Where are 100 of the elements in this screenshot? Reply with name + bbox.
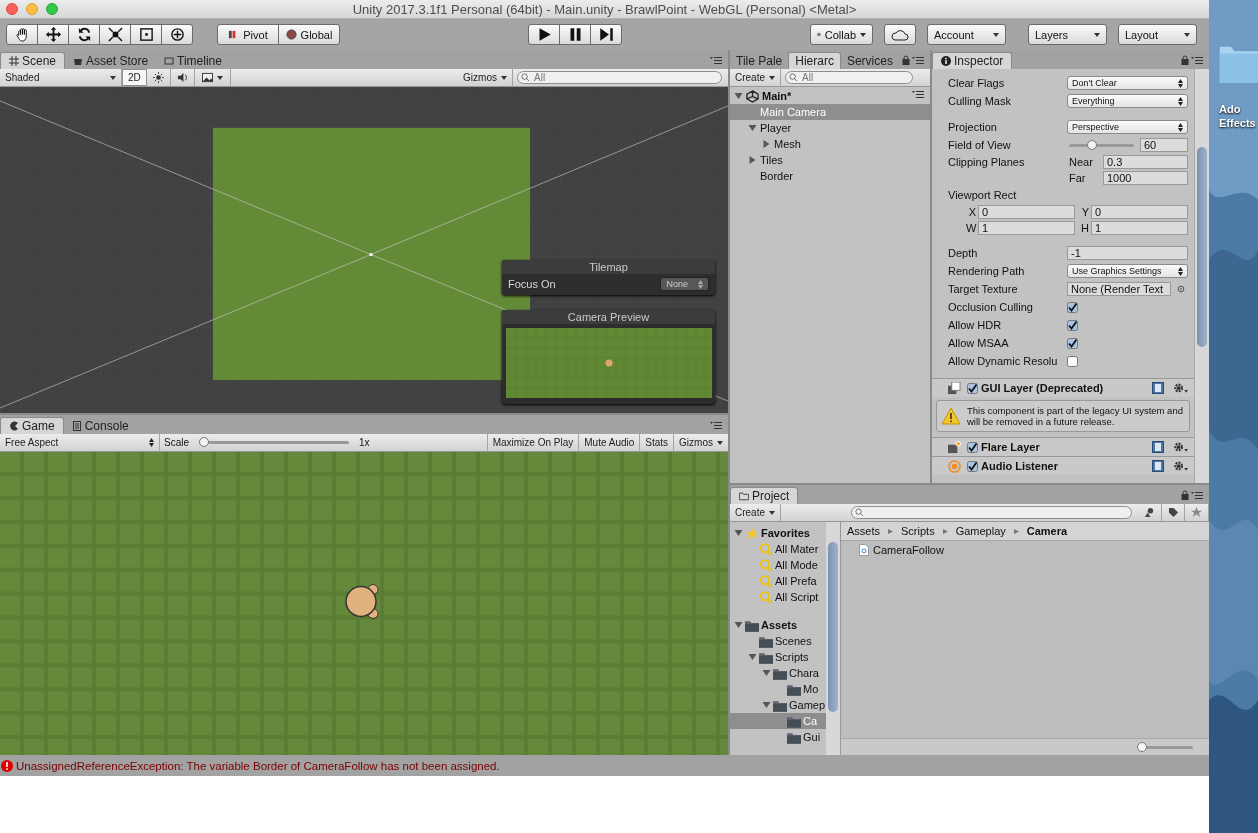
2d-toggle[interactable]: 2D xyxy=(122,69,147,86)
project-tree-row[interactable]: Scenes xyxy=(730,633,826,649)
expanded-arrow-icon[interactable] xyxy=(748,653,757,661)
checkbox[interactable] xyxy=(1067,337,1078,349)
project-tree-row[interactable]: Gamep xyxy=(730,697,826,713)
close-button[interactable] xyxy=(6,3,18,15)
gizmos-dropdown[interactable]: Gizmos xyxy=(458,69,513,86)
hierarchy-row[interactable]: Border xyxy=(730,168,930,184)
search-field[interactable] xyxy=(851,506,1133,519)
layers-dropdown[interactable]: Layers xyxy=(1028,24,1107,45)
layout-dropdown[interactable]: Layout xyxy=(1118,24,1197,45)
collapsed-arrow-icon[interactable] xyxy=(762,140,771,148)
checkbox[interactable] xyxy=(1067,301,1078,313)
gear-icon[interactable] xyxy=(1173,460,1188,472)
collapsed-arrow-icon[interactable] xyxy=(748,156,757,164)
hierarchy-row[interactable]: Player xyxy=(730,120,930,136)
game-toolbar-button[interactable]: Stats xyxy=(639,434,674,451)
panel-tab[interactable]: Game xyxy=(0,417,64,434)
component-header[interactable]: Audio Listener xyxy=(932,456,1194,475)
account-dropdown[interactable]: Account xyxy=(927,24,1006,45)
create-dropdown[interactable]: Create xyxy=(730,69,781,86)
file-name[interactable]: CameraFollow xyxy=(873,544,944,556)
number-field[interactable]: -1 xyxy=(1067,246,1188,260)
menu-icon[interactable] xyxy=(1191,56,1203,64)
expanded-arrow-icon[interactable] xyxy=(734,92,743,100)
number-field[interactable]: 1 xyxy=(978,221,1075,235)
panel-tab[interactable]: Scene xyxy=(0,52,66,69)
menu-icon[interactable] xyxy=(912,56,924,64)
expanded-arrow-icon[interactable] xyxy=(762,701,771,709)
lock-icon[interactable] xyxy=(1181,490,1189,500)
project-tree-row[interactable]: All Prefa xyxy=(730,573,826,589)
object-field[interactable]: None (Render Text xyxy=(1067,282,1171,296)
script-file-icon[interactable] xyxy=(859,544,869,556)
checkbox[interactable] xyxy=(967,441,978,453)
checkbox[interactable] xyxy=(967,382,978,394)
component-header[interactable]: Flare Layer xyxy=(932,437,1194,456)
pivot-button[interactable]: Pivot xyxy=(217,24,279,45)
panel-tab[interactable]: Inspector xyxy=(932,52,1013,69)
aspect-dropdown[interactable]: Free Aspect xyxy=(0,434,160,451)
scrollbar[interactable] xyxy=(826,522,841,755)
expanded-arrow-icon[interactable] xyxy=(734,621,743,629)
checkbox[interactable] xyxy=(1067,319,1078,331)
breadcrumb-link[interactable]: Assets xyxy=(847,525,880,537)
checkbox[interactable] xyxy=(967,460,978,472)
hierarchy-row[interactable]: Tiles xyxy=(730,152,930,168)
help-book-icon[interactable] xyxy=(1152,382,1164,394)
number-field[interactable]: 1000 xyxy=(1103,171,1188,185)
dropdown[interactable]: Perspective xyxy=(1067,120,1188,134)
breadcrumb-link[interactable]: Camera xyxy=(1026,525,1068,537)
panel-tab[interactable]: Project xyxy=(730,487,799,504)
panel-tab[interactable]: Hierarc xyxy=(788,52,841,69)
checkbox[interactable] xyxy=(1067,355,1078,367)
panel-tab[interactable]: Timeline xyxy=(156,52,230,69)
game-toolbar-button[interactable]: Gizmos xyxy=(673,434,728,451)
search-field[interactable]: All xyxy=(785,71,913,84)
menu-icon[interactable] xyxy=(710,421,722,429)
lock-icon[interactable] xyxy=(1181,55,1189,65)
dropdown[interactable]: Don't Clear xyxy=(1067,76,1188,90)
scale-tool-button[interactable] xyxy=(99,24,131,45)
expanded-arrow-icon[interactable] xyxy=(734,529,743,537)
icon-size-slider[interactable] xyxy=(1137,745,1193,749)
hierarchy-row[interactable]: Main* xyxy=(730,88,930,104)
move-tool-button[interactable] xyxy=(37,24,69,45)
menu-icon[interactable] xyxy=(912,89,924,98)
lock-icon[interactable] xyxy=(902,55,910,65)
collab-button[interactable]: Collab xyxy=(810,24,873,45)
number-field[interactable]: 1 xyxy=(1091,221,1188,235)
play-button[interactable] xyxy=(528,24,560,45)
gear-icon[interactable] xyxy=(1173,382,1188,394)
cloud-button[interactable] xyxy=(884,24,916,45)
breadcrumb-link[interactable]: Gameplay xyxy=(955,525,1006,537)
gear-icon[interactable] xyxy=(1173,441,1188,453)
slider[interactable] xyxy=(1069,143,1134,147)
search-field[interactable]: All xyxy=(517,71,722,84)
step-button[interactable] xyxy=(590,24,622,45)
menu-icon[interactable] xyxy=(710,56,722,64)
project-tree-row[interactable]: Favorites xyxy=(730,525,826,541)
project-tree-row[interactable]: All Script xyxy=(730,589,826,605)
project-tree-row[interactable]: Gui xyxy=(730,729,826,745)
panel-tab[interactable]: Services xyxy=(840,52,899,69)
dropdown[interactable]: Everything xyxy=(1067,94,1188,108)
project-tree-row[interactable]: Scripts xyxy=(730,649,826,665)
create-dropdown[interactable]: Create xyxy=(730,504,781,521)
pause-button[interactable] xyxy=(559,24,591,45)
global-button[interactable]: Global xyxy=(278,24,340,45)
project-tree-row[interactable]: All Mode xyxy=(730,557,826,573)
project-tree-row[interactable]: Chara xyxy=(730,665,826,681)
rotate-tool-button[interactable] xyxy=(68,24,100,45)
number-field[interactable]: 0 xyxy=(1091,205,1188,219)
hand-tool-button[interactable] xyxy=(6,24,38,45)
game-toolbar-button[interactable]: Maximize On Play xyxy=(486,434,579,451)
scrollbar[interactable] xyxy=(1194,69,1209,483)
dropdown[interactable]: Use Graphics Settings xyxy=(1067,264,1188,278)
component-header[interactable]: GUI Layer (Deprecated) xyxy=(932,378,1194,397)
number-field[interactable]: 0 xyxy=(978,205,1075,219)
help-book-icon[interactable] xyxy=(1152,460,1164,472)
rect-tool-button[interactable] xyxy=(130,24,162,45)
hierarchy-row[interactable]: Mesh xyxy=(730,136,930,152)
project-tree-row[interactable]: Assets xyxy=(730,617,826,633)
transform-tool-button[interactable] xyxy=(161,24,193,45)
